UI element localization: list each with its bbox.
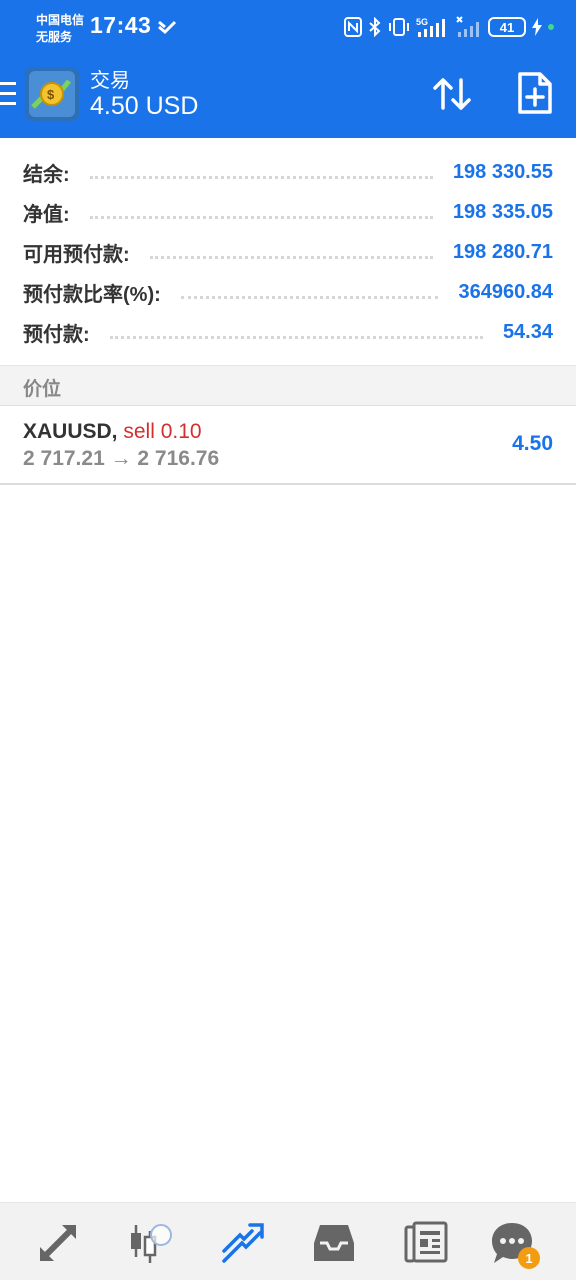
position-profit: 4.50 [512,432,553,455]
equity-value: 198 335.05 [452,200,553,223]
messages-button[interactable]: 1 [490,1221,540,1269]
position-side-volume: sell 0.10 [123,420,202,443]
new-order-icon[interactable] [516,72,552,114]
account-summary: 结余: 198 330.55 净值: 198 335.05 可用预付款: 198… [0,138,576,352]
no-signal-icon [456,16,479,37]
svg-text:$: $ [47,87,55,102]
free-margin-label: 可用预付款: [23,243,130,266]
bluetooth-icon [369,17,381,37]
hd-icon [158,20,177,35]
page-title: 交易 [90,70,130,92]
quotes-icon[interactable] [36,1221,80,1265]
privacy-dot [548,24,554,30]
balance-label: 结余: [23,163,70,186]
equity-label: 净值: [23,203,70,226]
position-prices: 2 717.21 → 2 716.76 [23,447,220,470]
section-title: 价位 [23,379,62,400]
position-row[interactable]: XAUUSD, sell 0.10 2 717.21 → 2 716.76 4.… [0,406,576,485]
nfc-icon [344,17,362,37]
balance-value: 198 330.55 [452,160,553,183]
margin-level-row: 预付款比率(%): 364960.84 [0,272,576,312]
menu-icon[interactable] [0,80,18,108]
dotted-leader [89,173,433,179]
margin-value: 54.34 [502,320,553,343]
trade-icon[interactable] [220,1221,264,1265]
status-time: 17:43 [90,12,152,38]
status-icons: 5G 41 [344,14,554,40]
app-logo-icon[interactable]: $ [25,67,79,121]
dotted-leader [149,253,433,259]
chart-icon[interactable] [128,1221,172,1265]
status-bar: 中国电信 无服务 17:43 5G 41 [0,0,576,56]
news-icon[interactable] [404,1221,448,1265]
profit-summary: 4.50 USD [90,92,199,120]
dotted-leader [109,333,483,339]
margin-row: 预付款: 54.34 [0,312,576,352]
charging-icon [532,18,542,36]
vibrate-icon [389,18,409,36]
carrier-info: 中国电信 无服务 [36,12,84,46]
carrier-name: 中国电信 [36,13,85,27]
bottom-navigation: 1 [0,1202,576,1280]
position-symbol: XAUUSD, [23,420,118,443]
sort-icon[interactable] [432,74,472,114]
equity-row: 净值: 198 335.05 [0,192,576,232]
free-margin-row: 可用预付款: 198 280.71 [0,232,576,272]
balance-row: 结余: 198 330.55 [0,152,576,192]
margin-level-value: 364960.84 [458,280,553,303]
app-bar: $ 交易 4.50 USD [0,56,576,138]
svg-text:5G: 5G [416,17,428,27]
battery-indicator: 41 [488,17,526,37]
messages-badge: 1 [518,1247,540,1269]
free-margin-value: 198 280.71 [452,240,553,263]
margin-level-label: 预付款比率(%): [23,283,161,306]
position-header: XAUUSD, sell 0.10 [23,420,202,444]
margin-label: 预付款: [23,323,90,346]
history-icon[interactable] [312,1221,356,1265]
carrier-status: 无服务 [36,30,73,44]
dotted-leader [89,213,433,219]
positions-section-header: 价位 [0,365,576,406]
signal-5g-icon: 5G [416,17,445,37]
dotted-leader [180,293,439,299]
